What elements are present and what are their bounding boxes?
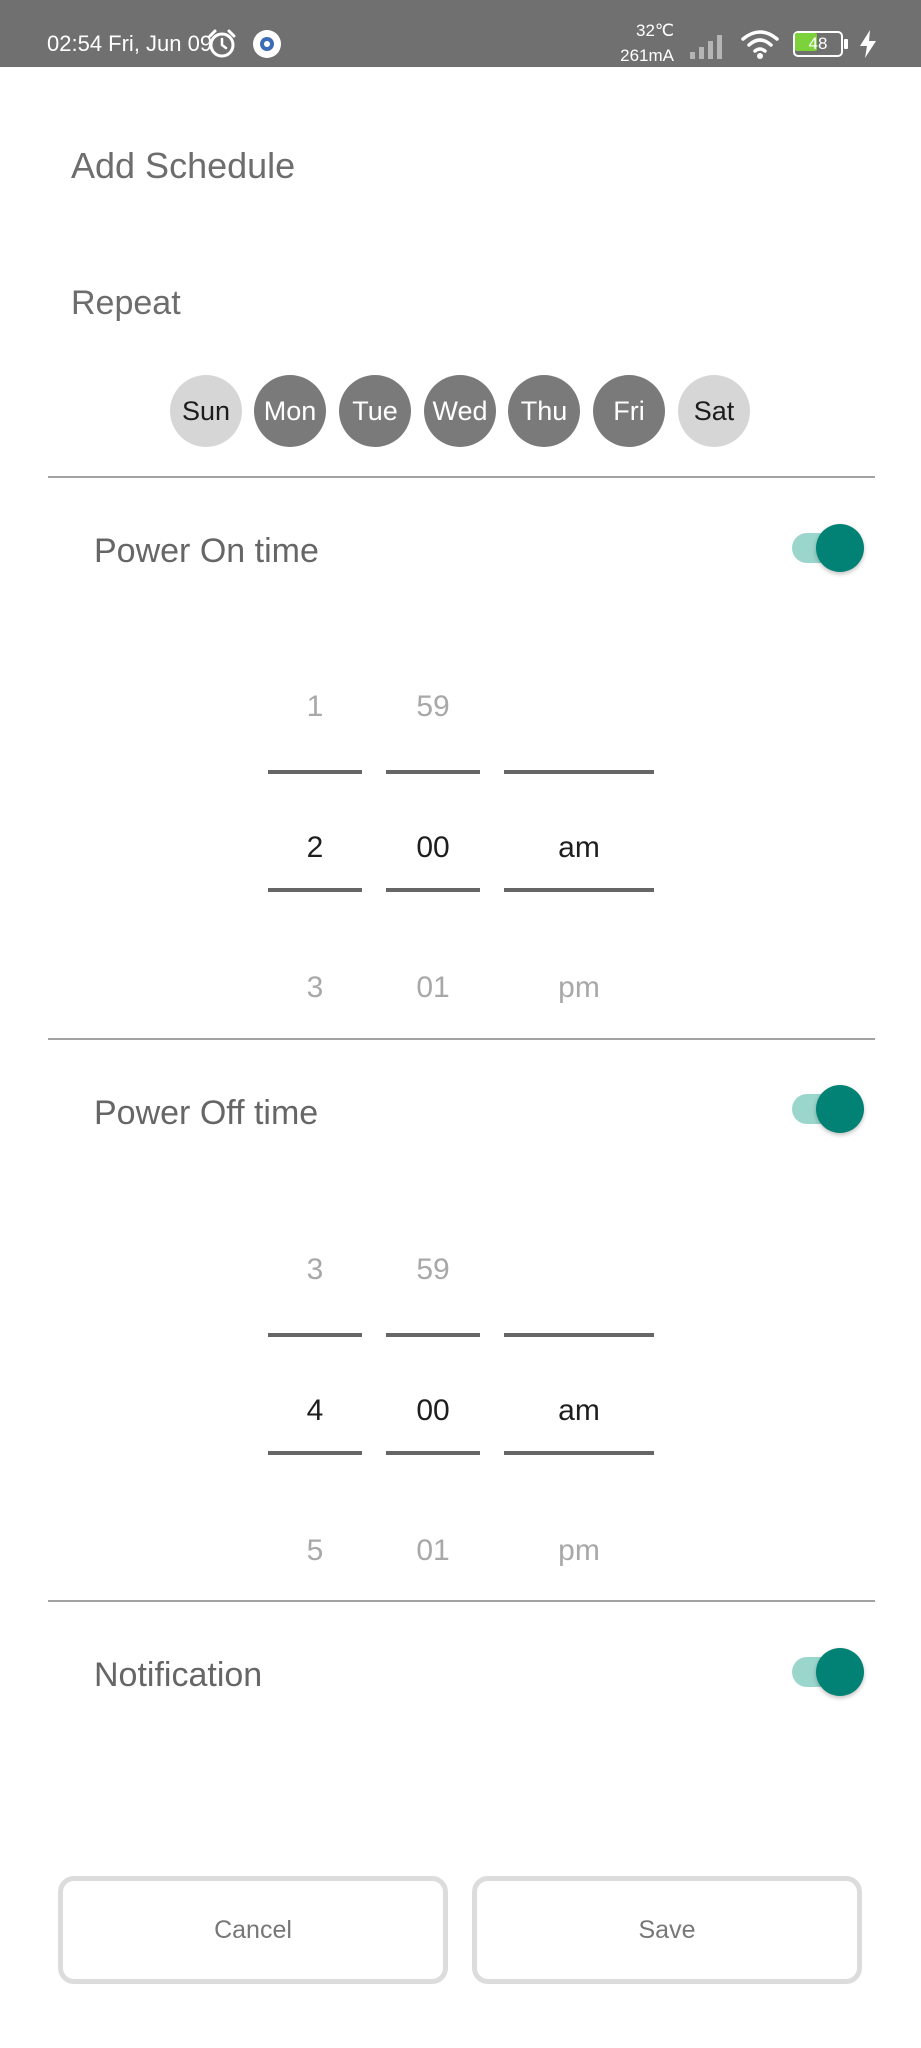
period-next[interactable]: pm — [504, 968, 654, 1008]
selection-line — [386, 888, 480, 892]
hour-wheel[interactable]: 3 4 5 — [268, 1208, 362, 1568]
selection-line — [268, 1451, 362, 1455]
selection-line — [268, 1333, 362, 1337]
notification-label: Notification — [94, 1656, 263, 1694]
wifi-icon — [741, 30, 779, 59]
battery-level: 48 — [808, 34, 828, 53]
status-temperature: 32℃ — [635, 21, 674, 40]
charging-icon — [860, 30, 876, 58]
status-bar: 02:54 Fri, Jun 09 32℃ 261mA 48 — [0, 0, 921, 67]
divider — [48, 476, 875, 478]
divider — [48, 1600, 875, 1602]
minute-prev[interactable]: 59 — [386, 687, 480, 727]
hour-next[interactable]: 5 — [268, 1531, 362, 1571]
day-sat[interactable]: Sat — [678, 375, 750, 447]
power-off-toggle[interactable] — [790, 1083, 866, 1133]
hour-wheel[interactable]: 1 2 3 — [268, 645, 362, 1005]
minute-selected[interactable]: 00 — [386, 828, 480, 868]
day-wed[interactable]: Wed — [424, 375, 496, 447]
minute-wheel[interactable]: 59 00 01 — [386, 645, 480, 1005]
divider — [48, 1038, 875, 1040]
notification-toggle[interactable] — [790, 1646, 866, 1696]
selection-line — [504, 1333, 654, 1337]
selection-line — [504, 888, 654, 892]
page-title: Add Schedule — [71, 145, 296, 186]
selection-line — [386, 1333, 480, 1337]
selection-line — [268, 888, 362, 892]
power-off-time-picker: 3 4 5 59 00 01 am pm — [0, 1208, 921, 1568]
cancel-button[interactable]: Cancel — [58, 1876, 448, 1984]
minute-prev[interactable]: 59 — [386, 1250, 480, 1290]
period-selected[interactable]: am — [504, 1391, 654, 1431]
signal-icon — [690, 35, 722, 59]
alarm-icon — [208, 29, 236, 58]
hour-prev[interactable]: 3 — [268, 1250, 362, 1290]
period-next[interactable]: pm — [504, 1531, 654, 1571]
period-wheel[interactable]: am pm — [504, 645, 654, 1005]
save-button[interactable]: Save — [472, 1876, 862, 1984]
toggle-thumb — [816, 524, 864, 572]
toggle-thumb — [816, 1648, 864, 1696]
selection-line — [268, 770, 362, 774]
power-on-time-picker: 1 2 3 59 00 01 am pm — [0, 645, 921, 1005]
day-fri[interactable]: Fri — [593, 375, 665, 447]
app-notification-icon — [253, 30, 281, 58]
period-selected[interactable]: am — [504, 828, 654, 868]
hour-selected[interactable]: 4 — [268, 1391, 362, 1431]
minute-selected[interactable]: 00 — [386, 1391, 480, 1431]
period-wheel[interactable]: am pm — [504, 1208, 654, 1568]
selection-line — [386, 770, 480, 774]
minute-wheel[interactable]: 59 00 01 — [386, 1208, 480, 1568]
hour-next[interactable]: 3 — [268, 968, 362, 1008]
hour-prev[interactable]: 1 — [268, 687, 362, 727]
status-current: 261mA — [620, 46, 674, 65]
status-time: 02:54 Fri, Jun 09 — [47, 31, 213, 56]
power-on-label: Power On time — [94, 532, 319, 570]
minute-next[interactable]: 01 — [386, 968, 480, 1008]
selection-line — [504, 1451, 654, 1455]
power-on-toggle[interactable] — [790, 522, 866, 572]
selection-line — [504, 770, 654, 774]
power-off-label: Power Off time — [94, 1094, 319, 1132]
minute-next[interactable]: 01 — [386, 1531, 480, 1571]
selection-line — [386, 1451, 480, 1455]
day-selector: Sun Mon Tue Wed Thu Fri Sat — [170, 375, 760, 447]
toggle-thumb — [816, 1085, 864, 1133]
repeat-label: Repeat — [71, 284, 181, 322]
battery-icon: 48 — [793, 31, 848, 57]
day-tue[interactable]: Tue — [339, 375, 411, 447]
hour-selected[interactable]: 2 — [268, 828, 362, 868]
day-thu[interactable]: Thu — [508, 375, 580, 447]
day-sun[interactable]: Sun — [170, 375, 242, 447]
day-mon[interactable]: Mon — [254, 375, 326, 447]
